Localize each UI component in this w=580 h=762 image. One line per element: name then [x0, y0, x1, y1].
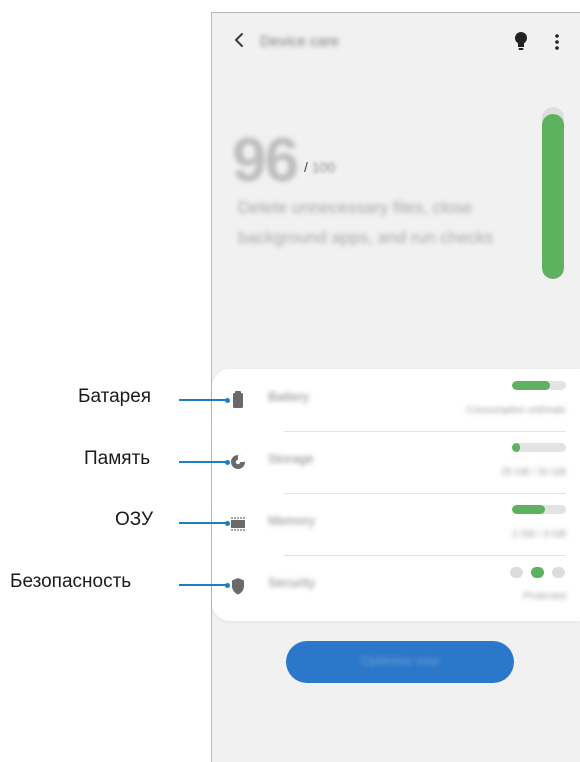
memory-bar [512, 505, 566, 514]
callout-line [179, 399, 227, 401]
phone-screen: Device care 96 /100 Delete unnecessary f… [211, 12, 580, 762]
memory-bar-fill [512, 505, 546, 514]
more-vertical-icon [555, 34, 559, 50]
device-score: 96 [232, 126, 299, 195]
callout-dot [225, 582, 230, 588]
row-value: Consumption estimate [466, 405, 567, 416]
score-max: /100 [304, 159, 335, 175]
security-status-dots [510, 567, 566, 579]
top-app-bar: Device care [212, 13, 580, 69]
callout-dot [225, 397, 230, 403]
row-label: Battery [268, 389, 310, 404]
callout-line [179, 461, 227, 463]
row-value: 2 GB / 3 GB [512, 529, 566, 540]
score-gauge [542, 107, 564, 279]
callout-line [179, 584, 227, 586]
callout-battery: Батарея [78, 386, 152, 407]
memory-chip-icon [231, 517, 245, 531]
status-dot [552, 567, 565, 578]
callout-dot [225, 459, 230, 465]
battery-row[interactable]: Battery Consumption estimate [212, 369, 580, 431]
callout-line [179, 522, 227, 524]
callout-storage: Память [84, 448, 151, 469]
row-label: Security [268, 575, 315, 590]
callout-security: Безопасность [10, 571, 132, 592]
memory-row[interactable]: Memory 2 GB / 3 GB [212, 493, 580, 555]
score-max-value: 100 [311, 159, 336, 175]
battery-bar-fill [512, 381, 550, 390]
optimize-now-label: Optimise now [360, 653, 440, 668]
row-label: Storage [268, 451, 314, 466]
status-dot-active [531, 567, 544, 578]
shield-icon [232, 578, 244, 595]
storage-pie-icon [231, 455, 245, 469]
chevron-left-icon [235, 33, 243, 47]
battery-bar [512, 381, 566, 390]
row-value: Protected [523, 591, 566, 602]
storage-row[interactable]: Storage 25 GB / 32 GB [212, 431, 580, 493]
score-gauge-fill [542, 113, 564, 279]
battery-icon [233, 391, 243, 408]
storage-bar [512, 443, 566, 452]
status-card: Battery Consumption estimate Storage 25 … [212, 369, 580, 621]
page-title: Device care [260, 33, 340, 50]
security-row[interactable]: Security Protected [212, 555, 580, 617]
callout-ram: ОЗУ [115, 509, 154, 530]
row-label: Memory [268, 513, 315, 528]
status-dot [510, 567, 523, 578]
tips-button[interactable] [512, 30, 530, 54]
lightbulb-icon [515, 32, 527, 50]
optimize-now-button[interactable]: Optimise now [286, 641, 514, 683]
row-value: 25 GB / 32 GB [500, 467, 566, 478]
score-separator: / [304, 159, 308, 175]
callout-dot [225, 520, 230, 526]
storage-bar-fill [512, 443, 521, 452]
back-button[interactable] [226, 27, 252, 53]
score-description: Delete unnecessary files, close backgrou… [238, 198, 494, 247]
more-options-button[interactable] [552, 30, 562, 54]
